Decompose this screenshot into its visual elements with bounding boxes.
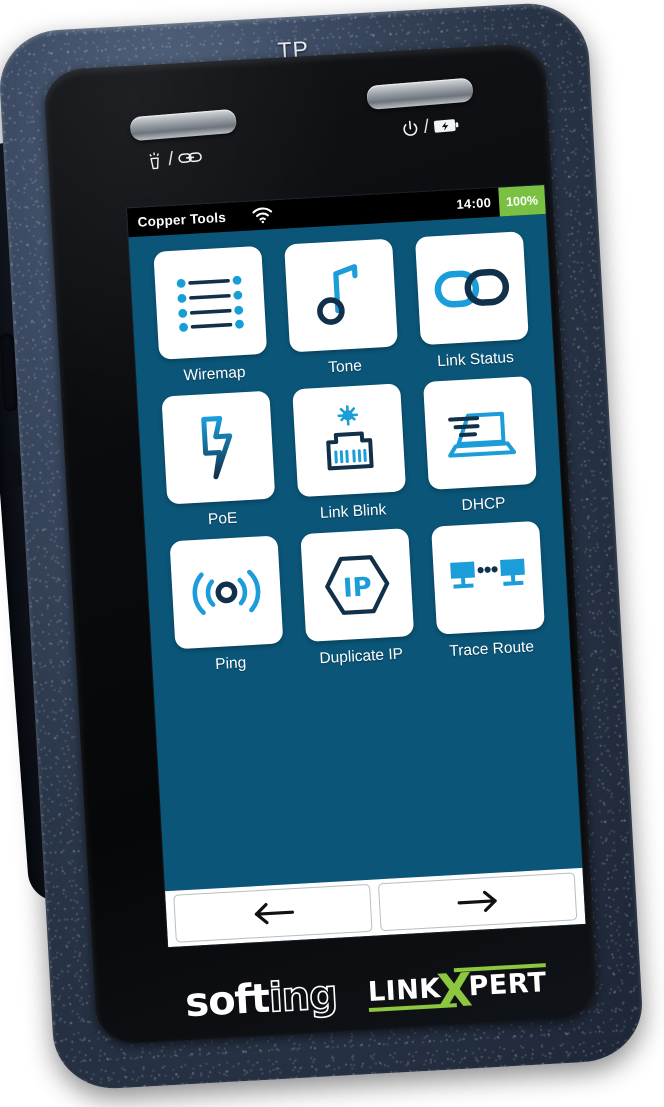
app-label-dhcp: DHCP (461, 494, 506, 515)
app-label-trace-route: Trace Route (448, 638, 535, 660)
hw-separator-right: / (422, 116, 430, 138)
hw-separator-left: / (167, 148, 175, 171)
softing-logo: soft ing (184, 971, 339, 1027)
linkxpert-device: TP / / Copper Tools 14:00 100% Wiremap T… (0, 0, 646, 1092)
app-label-link-status: Link Status (436, 348, 515, 371)
app-label-poe: PoE (207, 509, 238, 529)
app-cell-trace-route[interactable]: Trace Route (426, 520, 550, 662)
music-note-icon (314, 263, 367, 328)
battery-icon (433, 117, 459, 133)
laptop-speed-icon (443, 403, 516, 463)
app-label-ping: Ping (214, 654, 247, 674)
arrow-left-icon (250, 899, 295, 927)
arrow-right-icon (455, 888, 500, 916)
lightning-bolt-icon (193, 413, 245, 482)
nav-forward-button[interactable] (377, 872, 578, 932)
linkxpert-logo-row: LINK X PERT (367, 963, 548, 1019)
app-tile-dhcp[interactable] (422, 376, 537, 490)
app-cell-duplicate-ip[interactable]: IP Duplicate IP (296, 528, 420, 669)
app-label-wiremap: Wiremap (183, 363, 246, 385)
softing-logo-solid: soft (184, 975, 271, 1027)
linkxpert-pert-text: PERT (467, 967, 548, 1003)
flashlight-icon (145, 151, 164, 171)
rj45-blink-icon (314, 403, 384, 477)
app-cell-dhcp[interactable]: DHCP (418, 376, 542, 517)
app-cell-link-blink[interactable]: Link Blink (288, 383, 412, 524)
blink-star (337, 405, 359, 426)
touchscreen[interactable]: Copper Tools 14:00 100% Wiremap Tone Lin… (126, 184, 586, 948)
app-tile-poe[interactable] (161, 390, 276, 505)
app-cell-wiremap[interactable]: Wiremap (149, 245, 273, 387)
signal-waves-icon (189, 561, 264, 623)
linkxpert-logo: LINK X PERT (367, 963, 548, 1019)
status-bar-spacer (274, 204, 457, 214)
device-photo: TP / / Copper Tools 14:00 100% Wiremap T… (0, 0, 664, 1107)
app-tile-ping[interactable] (169, 535, 284, 650)
link-icon (178, 149, 203, 166)
app-label-link-blink: Link Blink (319, 501, 387, 522)
app-tile-link-blink[interactable] (292, 383, 407, 498)
hexagon-ip-icon: IP (322, 552, 393, 618)
app-tile-duplicate-ip[interactable]: IP (300, 528, 415, 642)
svg-text:IP: IP (342, 572, 372, 604)
app-tile-link-status[interactable] (414, 231, 529, 346)
app-cell-link-status[interactable]: Link Status (410, 231, 534, 372)
device-face: / / Copper Tools 14:00 100% Wiremap Tone… (43, 42, 599, 1046)
bottom-nav-bar (165, 867, 586, 948)
two-monitors-icon (448, 554, 528, 602)
wifi-icon (251, 206, 274, 224)
status-bar-title: Copper Tools (137, 209, 227, 230)
app-tile-tone[interactable] (284, 238, 398, 353)
nav-back-button[interactable] (173, 883, 373, 943)
app-grid: Wiremap Tone Link Status PoE Link Blink … (128, 214, 570, 678)
wiremap-list-icon (176, 273, 245, 333)
app-tile-wiremap[interactable] (153, 245, 268, 360)
chain-link-icon (432, 264, 510, 312)
app-label-duplicate-ip: Duplicate IP (319, 645, 404, 668)
screenshot-root: TP / / Copper Tools 14:00 100% Wiremap T… (0, 0, 664, 1107)
hw-button-power-battery[interactable] (366, 77, 474, 111)
status-badge-battery: 100% (498, 184, 546, 217)
hw-label-left: / (145, 147, 203, 171)
app-label-tone: Tone (327, 357, 363, 377)
app-cell-tone[interactable]: Tone (280, 238, 404, 379)
hw-label-right: / (401, 115, 460, 139)
status-bar-time: 14:00 (455, 194, 492, 212)
side-port-lower (8, 452, 23, 488)
hw-button-flashlight-link[interactable] (129, 108, 238, 142)
app-tile-trace-route[interactable] (430, 520, 545, 635)
power-icon (401, 119, 420, 138)
softing-logo-hollow: ing (267, 971, 339, 1022)
app-cell-ping[interactable]: Ping (166, 535, 290, 676)
app-cell-poe[interactable]: PoE (157, 390, 281, 531)
